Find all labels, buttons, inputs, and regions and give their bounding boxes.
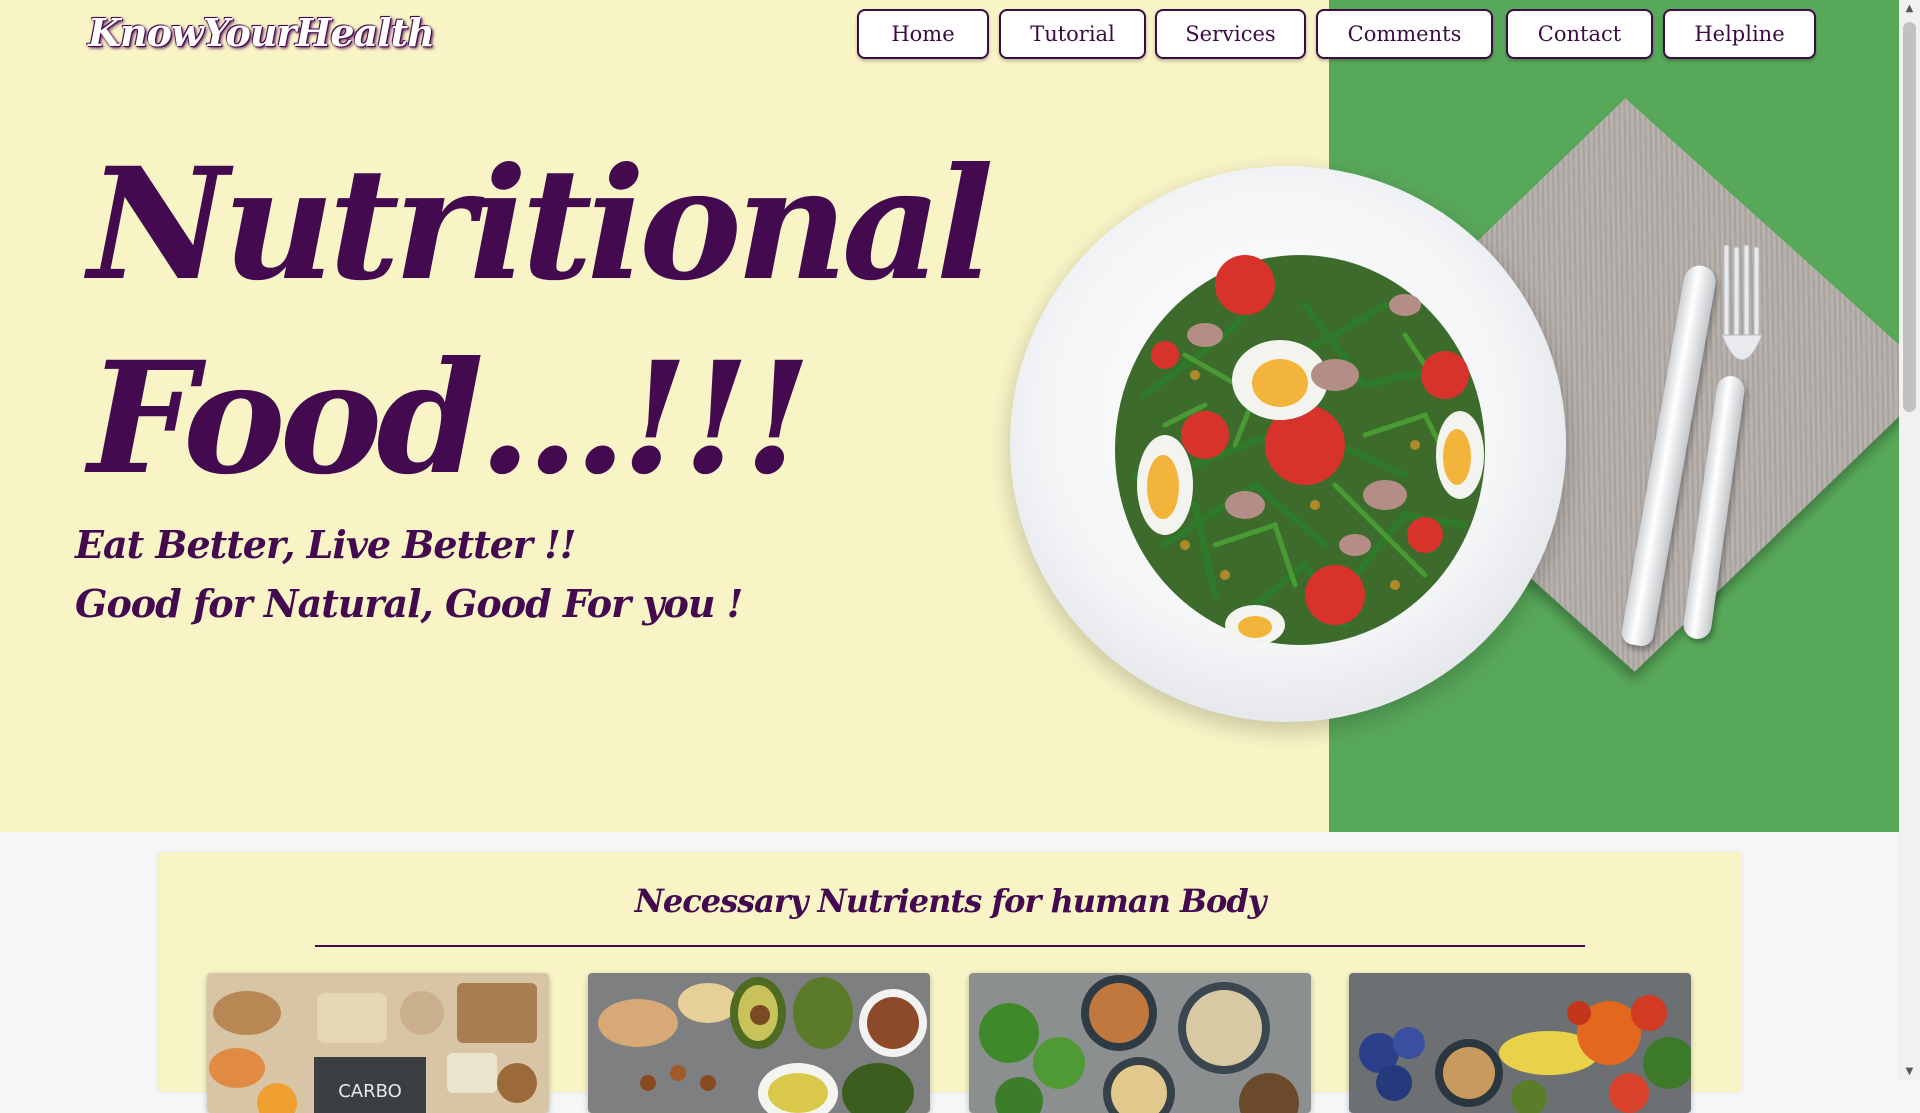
carbo-sign-label: CARBO xyxy=(338,1081,402,1102)
hero-tagline-line1: Eat Better, Live Better !! xyxy=(75,522,576,567)
nav-tutorial-button[interactable]: Tutorial xyxy=(999,9,1146,59)
salad-shape xyxy=(1115,255,1485,645)
nav-services-button[interactable]: Services xyxy=(1155,9,1306,59)
site-logo[interactable]: KnowYourHealth xyxy=(88,10,435,55)
nav-contact-button[interactable]: Contact xyxy=(1506,9,1653,59)
hero-tagline-line2: Good for Natural, Good For you ! xyxy=(75,581,743,626)
healthy-fats-image[interactable] xyxy=(588,973,930,1113)
fork-head-shape xyxy=(1721,245,1763,361)
protein-image-graphic xyxy=(969,973,1311,1113)
scrollbar-thumb[interactable] xyxy=(1903,22,1916,412)
nav-helpline-button[interactable]: Helpline xyxy=(1663,9,1816,59)
carbohydrates-image-graphic: CARBO xyxy=(207,973,549,1113)
protein-image[interactable] xyxy=(969,973,1311,1113)
vitamins-image-graphic xyxy=(1349,973,1691,1113)
nav-home-button[interactable]: Home xyxy=(857,9,989,59)
nav-comments-button[interactable]: Comments xyxy=(1316,9,1493,59)
section-divider xyxy=(315,945,1585,947)
hero-headline-line2: Food...!!! xyxy=(88,328,812,509)
scroll-up-arrow-icon[interactable]: ▲ xyxy=(1904,3,1915,14)
nutrients-title: Necessary Nutrients for human Body xyxy=(634,882,1267,920)
healthy-fats-image-graphic xyxy=(588,973,930,1113)
hero-headline-line1: Nutritional xyxy=(88,134,994,315)
nutrients-section: Necessary Nutrients for human Body CARBO xyxy=(158,852,1742,1113)
carbohydrates-image[interactable]: CARBO xyxy=(207,973,549,1113)
scroll-down-arrow-icon[interactable]: ▼ xyxy=(1904,1066,1915,1077)
vitamins-image[interactable] xyxy=(1349,973,1691,1113)
